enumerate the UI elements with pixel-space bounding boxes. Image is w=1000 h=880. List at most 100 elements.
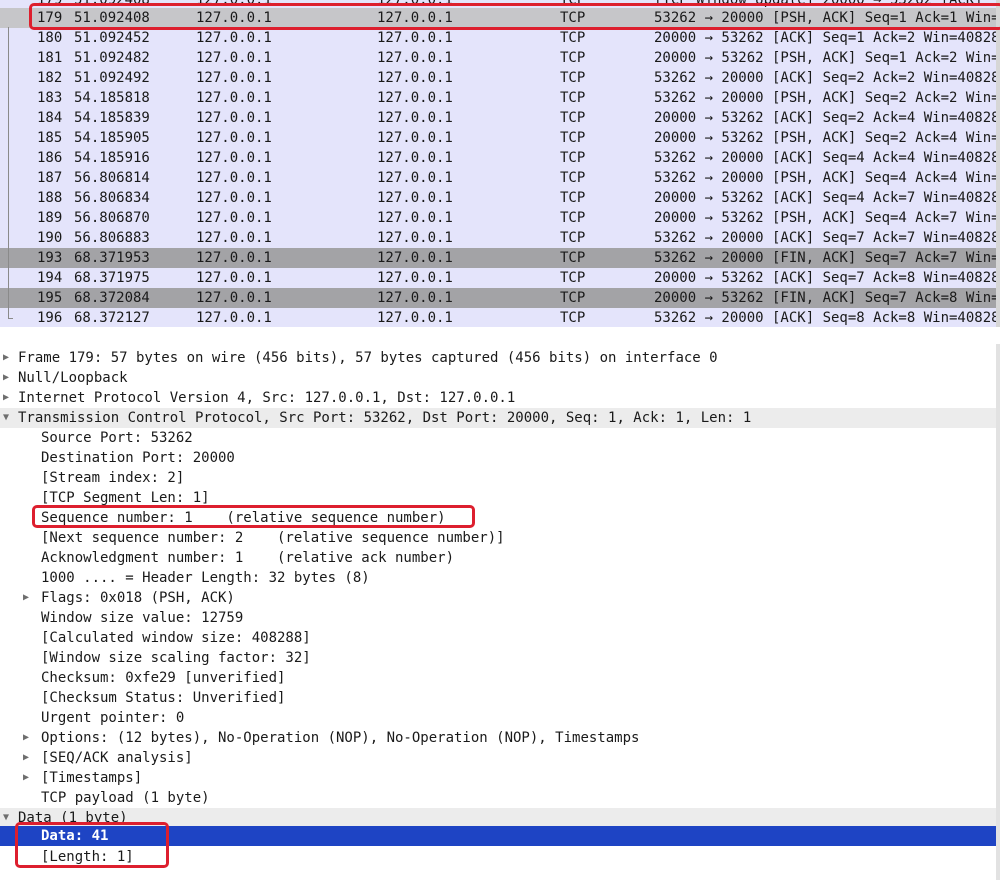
packet-source: 127.0.0.1 bbox=[196, 170, 272, 186]
packet-info: 20000 → 53262 [PSH, ACK] Seq=1 Ack=2 Win… bbox=[654, 50, 996, 66]
packet-row[interactable]: 182 51.092492 127.0.0.1 127.0.0.1 TCP 53262 →… bbox=[0, 68, 996, 88]
tree-item-source-port[interactable]: Source Port: 53262 bbox=[0, 428, 996, 448]
tree-item-label: Frame 179: 57 bytes on wire (456 bits), … bbox=[18, 350, 718, 366]
packet-info: 20000 → 53262 [ACK] Seq=2 Ack=4 Win=4082… bbox=[654, 110, 996, 126]
tree-item-seq-ack-analysis[interactable]: ▶ [SEQ/ACK analysis] bbox=[0, 748, 996, 768]
tree-item-label: Sequence number: 1 (relative sequence nu… bbox=[41, 510, 446, 526]
chevron-down-icon[interactable]: ▼ bbox=[0, 808, 12, 828]
chevron-right-icon[interactable]: ▶ bbox=[20, 588, 32, 608]
tree-item-window-size[interactable]: Window size value: 12759 bbox=[0, 608, 996, 628]
packet-time: 51.092452 bbox=[74, 30, 150, 46]
packet-source: 127.0.0.1 bbox=[196, 290, 272, 306]
packet-list[interactable]: 179 51.092408 127.0.0.1 127.0.0.1 TCP [T… bbox=[0, 0, 996, 327]
details-scrollbar[interactable] bbox=[996, 344, 1000, 880]
tree-item-calculated-window[interactable]: [Calculated window size: 408288] bbox=[0, 628, 996, 648]
packet-no: 194 bbox=[37, 270, 63, 286]
packet-row[interactable]: 195 68.372084 127.0.0.1 127.0.0.1 TCP 20000 →… bbox=[0, 288, 996, 308]
tree-item-stream-index[interactable]: [Stream index: 2] bbox=[0, 468, 996, 488]
packet-time: 68.371975 bbox=[74, 270, 150, 286]
pane-divider[interactable] bbox=[0, 327, 1000, 344]
packet-no: 190 bbox=[37, 230, 63, 246]
packet-destination: 127.0.0.1 bbox=[377, 250, 453, 266]
tree-item-tcp-payload[interactable]: TCP payload (1 byte) bbox=[0, 788, 996, 808]
tree-item-label: Window size value: 12759 bbox=[41, 610, 244, 626]
packet-info: 53262 → 20000 [PSH, ACK] Seq=1 Ack=1 Win… bbox=[654, 10, 996, 26]
tree-item-timestamps[interactable]: ▶ [Timestamps] bbox=[0, 768, 996, 788]
tree-item-label: [Length: 1] bbox=[41, 849, 134, 865]
packet-protocol: TCP bbox=[560, 190, 586, 206]
tree-item-label: Checksum: 0xfe29 [unverified] bbox=[41, 670, 286, 686]
packet-row[interactable]: 179 51.092408 127.0.0.1 127.0.0.1 TCP 53262 →… bbox=[0, 8, 996, 28]
packet-row[interactable]: 186 54.185916 127.0.0.1 127.0.0.1 TCP 53262 →… bbox=[0, 148, 996, 168]
tree-item-data-length[interactable]: [Length: 1] bbox=[0, 847, 996, 867]
packet-protocol: TCP bbox=[560, 290, 586, 306]
packet-row[interactable]: 183 54.185818 127.0.0.1 127.0.0.1 TCP 53262 →… bbox=[0, 88, 996, 108]
tree-item-label: 1000 .... = Header Length: 32 bytes (8) bbox=[41, 570, 370, 586]
packet-info: 53262 → 20000 [ACK] Seq=8 Ack=8 Win=4082… bbox=[654, 310, 996, 326]
packet-info: 20000 → 53262 [PSH, ACK] Seq=4 Ack=7 Win… bbox=[654, 210, 996, 226]
tree-item-segment-len[interactable]: [TCP Segment Len: 1] bbox=[0, 488, 996, 508]
tree-item-sequence-number[interactable]: Sequence number: 1 (relative sequence nu… bbox=[0, 508, 996, 528]
tree-item-scaling-factor[interactable]: [Window size scaling factor: 32] bbox=[0, 648, 996, 668]
tree-item-checksum-status[interactable]: [Checksum Status: Unverified] bbox=[0, 688, 996, 708]
packet-row[interactable]: 181 51.092482 127.0.0.1 127.0.0.1 TCP 20000 →… bbox=[0, 48, 996, 68]
packet-row[interactable]: 196 68.372127 127.0.0.1 127.0.0.1 TCP 53262 →… bbox=[0, 308, 996, 327]
packet-time: 54.185818 bbox=[74, 90, 150, 106]
tree-item-header-length[interactable]: 1000 .... = Header Length: 32 bytes (8) bbox=[0, 568, 996, 588]
packet-source: 127.0.0.1 bbox=[196, 270, 272, 286]
packet-destination: 127.0.0.1 bbox=[377, 270, 453, 286]
packet-info: 20000 → 53262 [ACK] Seq=1 Ack=2 Win=4082… bbox=[654, 30, 996, 46]
tree-item-ipv4[interactable]: ▶ Internet Protocol Version 4, Src: 127.… bbox=[0, 388, 996, 408]
tree-item-label: Transmission Control Protocol, Src Port:… bbox=[18, 410, 752, 426]
packet-no: 187 bbox=[37, 170, 63, 186]
packet-time: 56.806814 bbox=[74, 170, 150, 186]
chevron-right-icon[interactable]: ▶ bbox=[20, 728, 32, 748]
tree-item-ack-number[interactable]: Acknowledgment number: 1 (relative ack n… bbox=[0, 548, 996, 568]
tree-item-options[interactable]: ▶ Options: (12 bytes), No-Operation (NOP… bbox=[0, 728, 996, 748]
chevron-right-icon[interactable]: ▶ bbox=[20, 768, 32, 788]
packet-source: 127.0.0.1 bbox=[196, 50, 272, 66]
packet-protocol: TCP bbox=[560, 70, 586, 86]
tree-item-null-loopback[interactable]: ▶ Null/Loopback bbox=[0, 368, 996, 388]
tree-item-checksum[interactable]: Checksum: 0xfe29 [unverified] bbox=[0, 668, 996, 688]
chevron-right-icon[interactable]: ▶ bbox=[0, 388, 12, 408]
packet-time: 68.372084 bbox=[74, 290, 150, 306]
tree-item-destination-port[interactable]: Destination Port: 20000 bbox=[0, 448, 996, 468]
packet-row[interactable]: 187 56.806814 127.0.0.1 127.0.0.1 TCP 53262 →… bbox=[0, 168, 996, 188]
tree-item-label: TCP payload (1 byte) bbox=[41, 790, 210, 806]
packet-row[interactable]: 185 54.185905 127.0.0.1 127.0.0.1 TCP 20000 →… bbox=[0, 128, 996, 148]
packet-source: 127.0.0.1 bbox=[196, 310, 272, 326]
tree-item-label: Source Port: 53262 bbox=[41, 430, 193, 446]
tree-item-data-value[interactable]: Data: 41 bbox=[0, 826, 996, 846]
packet-protocol: TCP bbox=[560, 10, 586, 26]
tree-item-label: Data (1 byte) bbox=[18, 810, 128, 826]
packet-row[interactable]: 184 54.185839 127.0.0.1 127.0.0.1 TCP 20000 →… bbox=[0, 108, 996, 128]
packet-row[interactable]: 193 68.371953 127.0.0.1 127.0.0.1 TCP 53262 →… bbox=[0, 248, 996, 268]
packet-row[interactable]: 188 56.806834 127.0.0.1 127.0.0.1 TCP 20000 →… bbox=[0, 188, 996, 208]
packet-row[interactable]: 194 68.371975 127.0.0.1 127.0.0.1 TCP 20000 →… bbox=[0, 268, 996, 288]
tree-item-urgent-pointer[interactable]: Urgent pointer: 0 bbox=[0, 708, 996, 728]
packet-time: 51.092492 bbox=[74, 70, 150, 86]
packet-list-scrollbar[interactable] bbox=[996, 0, 1000, 327]
tree-item-next-sequence-number[interactable]: [Next sequence number: 2 (relative seque… bbox=[0, 528, 996, 548]
tree-item-data[interactable]: ▼ Data (1 byte) bbox=[0, 808, 996, 828]
chevron-right-icon[interactable]: ▶ bbox=[0, 368, 12, 388]
packet-row[interactable]: 190 56.806883 127.0.0.1 127.0.0.1 TCP 53262 →… bbox=[0, 228, 996, 248]
packet-destination: 127.0.0.1 bbox=[377, 310, 453, 326]
tree-item-label: Internet Protocol Version 4, Src: 127.0.… bbox=[18, 390, 516, 406]
packet-time: 68.372127 bbox=[74, 310, 150, 326]
packet-destination: 127.0.0.1 bbox=[377, 130, 453, 146]
packet-row[interactable]: 189 56.806870 127.0.0.1 127.0.0.1 TCP 20000 →… bbox=[0, 208, 996, 228]
packet-no: 196 bbox=[37, 310, 63, 326]
tree-item-label: [Next sequence number: 2 (relative seque… bbox=[41, 530, 505, 546]
chevron-down-icon[interactable]: ▼ bbox=[0, 408, 12, 428]
packet-row[interactable]: 180 51.092452 127.0.0.1 127.0.0.1 TCP 20000 →… bbox=[0, 28, 996, 48]
tree-item-flags[interactable]: ▶ Flags: 0x018 (PSH, ACK) bbox=[0, 588, 996, 608]
packet-source: 127.0.0.1 bbox=[196, 250, 272, 266]
chevron-right-icon[interactable]: ▶ bbox=[0, 348, 12, 368]
packet-no: 180 bbox=[37, 30, 63, 46]
chevron-right-icon[interactable]: ▶ bbox=[20, 748, 32, 768]
tree-item-tcp[interactable]: ▼ Transmission Control Protocol, Src Por… bbox=[0, 408, 996, 428]
tree-item-frame[interactable]: ▶ Frame 179: 57 bytes on wire (456 bits)… bbox=[0, 348, 996, 368]
tree-item-label: Options: (12 bytes), No-Operation (NOP),… bbox=[41, 730, 640, 746]
